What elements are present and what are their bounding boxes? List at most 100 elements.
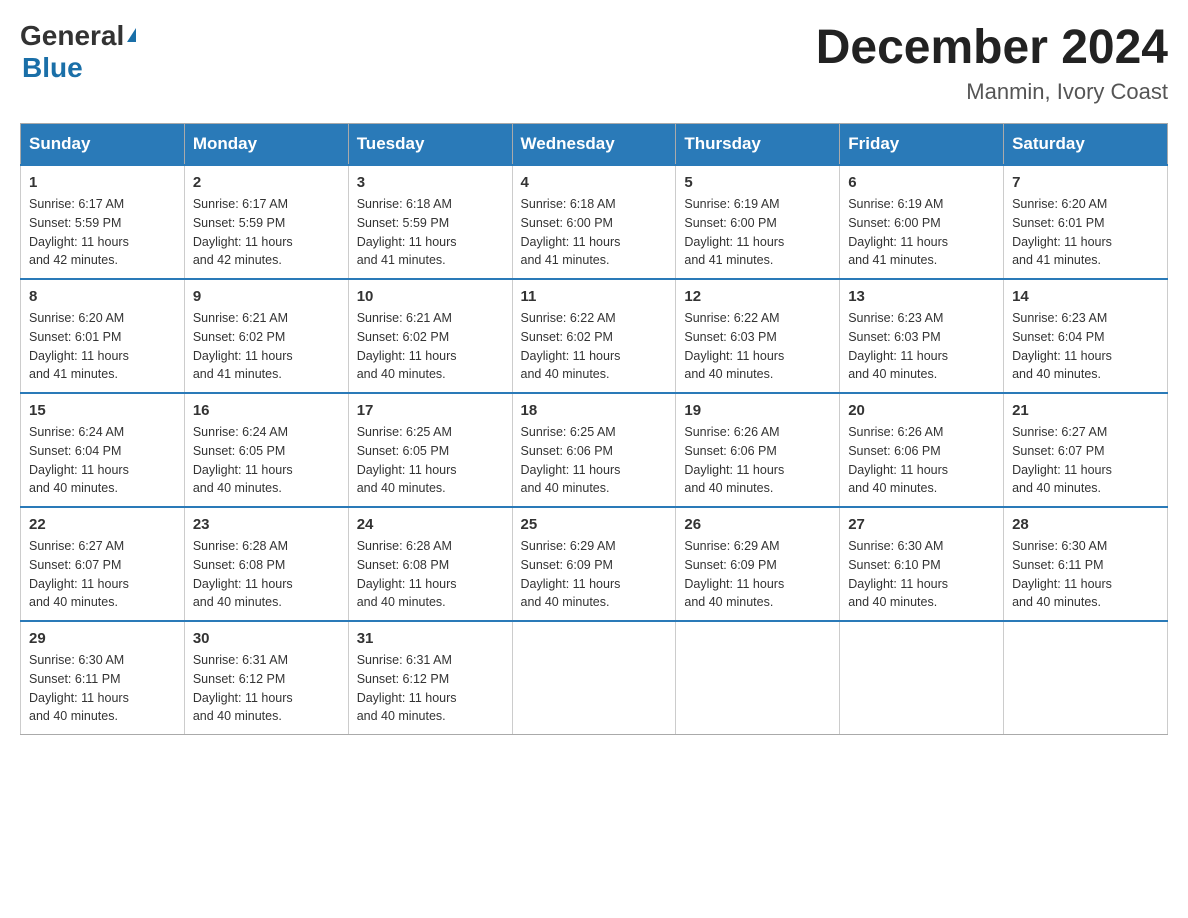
- day-info: Sunrise: 6:18 AMSunset: 6:00 PMDaylight:…: [521, 195, 668, 270]
- day-number: 10: [357, 288, 504, 305]
- calendar-cell: 24Sunrise: 6:28 AMSunset: 6:08 PMDayligh…: [348, 507, 512, 621]
- day-number: 15: [29, 402, 176, 419]
- calendar-cell: [1004, 621, 1168, 735]
- day-info: Sunrise: 6:21 AMSunset: 6:02 PMDaylight:…: [357, 309, 504, 384]
- calendar-cell: 5Sunrise: 6:19 AMSunset: 6:00 PMDaylight…: [676, 165, 840, 279]
- day-info: Sunrise: 6:28 AMSunset: 6:08 PMDaylight:…: [193, 537, 340, 612]
- calendar-cell: 15 Sunrise: 6:24 AMSunset: 6:04 PMDayligh…: [21, 393, 185, 507]
- logo-blue-text: Blue: [22, 52, 83, 84]
- day-header-tuesday: Tuesday: [348, 124, 512, 166]
- page-subtitle: Manmin, Ivory Coast: [816, 79, 1168, 105]
- calendar-cell: 4 Sunrise: 6:18 AMSunset: 6:00 PMDaylight…: [512, 165, 676, 279]
- day-header-monday: Monday: [184, 124, 348, 166]
- header: General Blue December 2024 Manmin, Ivory…: [20, 20, 1168, 105]
- day-number: 17: [357, 402, 504, 419]
- calendar-cell: 14Sunrise: 6:23 AMSunset: 6:04 PMDayligh…: [1004, 279, 1168, 393]
- calendar-cell: 16 Sunrise: 6:24 AMSunset: 6:05 PMDayligh…: [184, 393, 348, 507]
- day-info: Sunrise: 6:30 AMSunset: 6:10 PMDaylight:…: [848, 537, 995, 612]
- day-number: 26: [684, 516, 831, 533]
- calendar-cell: 9Sunrise: 6:21 AMSunset: 6:02 PMDaylight…: [184, 279, 348, 393]
- day-info: Sunrise: 6:21 AMSunset: 6:02 PMDaylight:…: [193, 309, 340, 384]
- day-info: Sunrise: 6:24 AMSunset: 6:05 PMDaylight:…: [193, 423, 340, 498]
- calendar-cell: 11 Sunrise: 6:22 AMSunset: 6:02 PMDayligh…: [512, 279, 676, 393]
- day-header-saturday: Saturday: [1004, 124, 1168, 166]
- day-info: Sunrise: 6:24 AMSunset: 6:04 PMDaylight:…: [29, 423, 176, 498]
- week-row-3: 15 Sunrise: 6:24 AMSunset: 6:04 PMDayligh…: [21, 393, 1168, 507]
- day-info: Sunrise: 6:23 AMSunset: 6:03 PMDaylight:…: [848, 309, 995, 384]
- day-number: 1: [29, 174, 176, 191]
- day-header-friday: Friday: [840, 124, 1004, 166]
- calendar-cell: 23 Sunrise: 6:28 AMSunset: 6:08 PMDayligh…: [184, 507, 348, 621]
- week-row-5: 29 Sunrise: 6:30 AMSunset: 6:11 PMDayligh…: [21, 621, 1168, 735]
- calendar-cell: 13Sunrise: 6:23 AMSunset: 6:03 PMDayligh…: [840, 279, 1004, 393]
- day-number: 29: [29, 630, 176, 647]
- calendar-cell: 25Sunrise: 6:29 AMSunset: 6:09 PMDayligh…: [512, 507, 676, 621]
- day-info: Sunrise: 6:26 AMSunset: 6:06 PMDaylight:…: [684, 423, 831, 498]
- day-info: Sunrise: 6:22 AMSunset: 6:03 PMDaylight:…: [684, 309, 831, 384]
- calendar-cell: 31 Sunrise: 6:31 AMSunset: 6:12 PMDayligh…: [348, 621, 512, 735]
- calendar-cell: 19 Sunrise: 6:26 AMSunset: 6:06 PMDayligh…: [676, 393, 840, 507]
- day-info: Sunrise: 6:31 AMSunset: 6:12 PMDaylight:…: [193, 651, 340, 726]
- calendar-cell: 27 Sunrise: 6:30 AMSunset: 6:10 PMDayligh…: [840, 507, 1004, 621]
- day-number: 31: [357, 630, 504, 647]
- calendar-cell: [512, 621, 676, 735]
- day-info: Sunrise: 6:17 AMSunset: 5:59 PMDaylight:…: [29, 195, 176, 270]
- calendar-cell: [840, 621, 1004, 735]
- day-number: 22: [29, 516, 176, 533]
- day-info: Sunrise: 6:20 AMSunset: 6:01 PMDaylight:…: [29, 309, 176, 384]
- day-header-sunday: Sunday: [21, 124, 185, 166]
- calendar-cell: 29 Sunrise: 6:30 AMSunset: 6:11 PMDayligh…: [21, 621, 185, 735]
- day-info: Sunrise: 6:27 AMSunset: 6:07 PMDaylight:…: [1012, 423, 1159, 498]
- calendar-cell: 7 Sunrise: 6:20 AMSunset: 6:01 PMDaylight…: [1004, 165, 1168, 279]
- day-number: 16: [193, 402, 340, 419]
- logo-general-text: General: [20, 20, 124, 52]
- day-number: 4: [521, 174, 668, 191]
- day-number: 19: [684, 402, 831, 419]
- day-info: Sunrise: 6:29 AMSunset: 6:09 PMDaylight:…: [521, 537, 668, 612]
- day-info: Sunrise: 6:20 AMSunset: 6:01 PMDaylight:…: [1012, 195, 1159, 270]
- day-number: 30: [193, 630, 340, 647]
- day-number: 28: [1012, 516, 1159, 533]
- calendar-cell: 30 Sunrise: 6:31 AMSunset: 6:12 PMDayligh…: [184, 621, 348, 735]
- calendar-cell: 1 Sunrise: 6:17 AMSunset: 5:59 PMDaylight…: [21, 165, 185, 279]
- title-area: December 2024 Manmin, Ivory Coast: [816, 20, 1168, 105]
- calendar-cell: 26Sunrise: 6:29 AMSunset: 6:09 PMDayligh…: [676, 507, 840, 621]
- day-number: 7: [1012, 174, 1159, 191]
- day-number: 21: [1012, 402, 1159, 419]
- day-info: Sunrise: 6:25 AMSunset: 6:05 PMDaylight:…: [357, 423, 504, 498]
- day-info: Sunrise: 6:30 AMSunset: 6:11 PMDaylight:…: [1012, 537, 1159, 612]
- day-number: 12: [684, 288, 831, 305]
- calendar-cell: 28 Sunrise: 6:30 AMSunset: 6:11 PMDayligh…: [1004, 507, 1168, 621]
- calendar-cell: 21 Sunrise: 6:27 AMSunset: 6:07 PMDayligh…: [1004, 393, 1168, 507]
- calendar-cell: 12 Sunrise: 6:22 AMSunset: 6:03 PMDayligh…: [676, 279, 840, 393]
- day-info: Sunrise: 6:31 AMSunset: 6:12 PMDaylight:…: [357, 651, 504, 726]
- day-number: 6: [848, 174, 995, 191]
- day-info: Sunrise: 6:19 AMSunset: 6:00 PMDaylight:…: [684, 195, 831, 270]
- week-row-1: 1 Sunrise: 6:17 AMSunset: 5:59 PMDaylight…: [21, 165, 1168, 279]
- calendar-header-row: SundayMondayTuesdayWednesdayThursdayFrid…: [21, 124, 1168, 166]
- day-info: Sunrise: 6:22 AMSunset: 6:02 PMDaylight:…: [521, 309, 668, 384]
- day-info: Sunrise: 6:19 AMSunset: 6:00 PMDaylight:…: [848, 195, 995, 270]
- day-info: Sunrise: 6:23 AMSunset: 6:04 PMDaylight:…: [1012, 309, 1159, 384]
- calendar-cell: 8 Sunrise: 6:20 AMSunset: 6:01 PMDaylight…: [21, 279, 185, 393]
- day-info: Sunrise: 6:25 AMSunset: 6:06 PMDaylight:…: [521, 423, 668, 498]
- day-number: 27: [848, 516, 995, 533]
- logo-triangle-icon: [127, 28, 136, 42]
- day-info: Sunrise: 6:26 AMSunset: 6:06 PMDaylight:…: [848, 423, 995, 498]
- day-number: 8: [29, 288, 176, 305]
- calendar-cell: 10 Sunrise: 6:21 AMSunset: 6:02 PMDayligh…: [348, 279, 512, 393]
- day-number: 24: [357, 516, 504, 533]
- day-info: Sunrise: 6:30 AMSunset: 6:11 PMDaylight:…: [29, 651, 176, 726]
- day-number: 23: [193, 516, 340, 533]
- calendar-table: SundayMondayTuesdayWednesdayThursdayFrid…: [20, 123, 1168, 735]
- calendar-cell: 17 Sunrise: 6:25 AMSunset: 6:05 PMDayligh…: [348, 393, 512, 507]
- day-number: 11: [521, 288, 668, 305]
- calendar-cell: 2 Sunrise: 6:17 AMSunset: 5:59 PMDaylight…: [184, 165, 348, 279]
- day-info: Sunrise: 6:17 AMSunset: 5:59 PMDaylight:…: [193, 195, 340, 270]
- week-row-2: 8 Sunrise: 6:20 AMSunset: 6:01 PMDaylight…: [21, 279, 1168, 393]
- calendar-cell: [676, 621, 840, 735]
- day-number: 2: [193, 174, 340, 191]
- day-header-thursday: Thursday: [676, 124, 840, 166]
- day-info: Sunrise: 6:27 AMSunset: 6:07 PMDaylight:…: [29, 537, 176, 612]
- calendar-cell: 18Sunrise: 6:25 AMSunset: 6:06 PMDayligh…: [512, 393, 676, 507]
